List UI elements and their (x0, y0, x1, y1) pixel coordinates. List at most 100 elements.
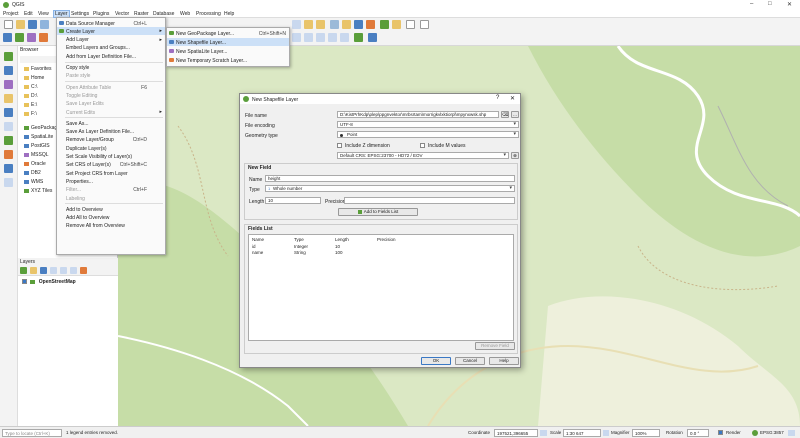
add-mssql-icon[interactable] (4, 136, 13, 145)
table-cell[interactable]: id (252, 244, 256, 249)
layer-menu-item-set-scale-visibility-of-layer-s[interactable]: Set Scale Visibility of Layer(s) (57, 153, 165, 161)
include-m-checkbox[interactable] (420, 143, 425, 148)
add-postgis-icon[interactable] (4, 108, 13, 117)
vertex-tool-icon[interactable] (316, 33, 325, 42)
column-header-name[interactable]: Name (252, 237, 264, 242)
add-csv-icon[interactable] (39, 33, 48, 42)
field-name-input[interactable]: height (265, 175, 515, 182)
open-project-icon[interactable] (16, 20, 25, 29)
browser-item[interactable]: SpatiaLite (24, 134, 53, 140)
minimize-button[interactable]: – (750, 1, 753, 7)
browser-item[interactable]: XYZ Tiles (24, 188, 52, 194)
cancel-button[interactable]: Cancel (455, 357, 485, 365)
dialog-close-icon[interactable]: ✕ (510, 95, 515, 102)
layer-menu-item-properties[interactable]: Properties... (57, 177, 165, 185)
field-length-input[interactable]: 10 (265, 197, 321, 204)
new-project-icon[interactable] (4, 20, 13, 29)
add-to-fields-list-button[interactable]: Add to Fields List (338, 208, 418, 216)
messages-icon[interactable] (788, 430, 795, 436)
encoding-select[interactable]: UTF-8 (337, 121, 519, 128)
digitize-tools-icon[interactable] (292, 33, 301, 42)
layer-menu-item-save-as[interactable]: Save As... (57, 119, 165, 127)
add-raster-icon[interactable] (27, 33, 36, 42)
manage-map-themes-icon[interactable] (40, 267, 47, 274)
table-cell[interactable]: 100 (335, 250, 343, 255)
browser-item[interactable]: PostGIS (24, 143, 50, 149)
layer-menu-item-set-crs-of-layer-s[interactable]: Set CRS of Layer(s) Ctrl+Shift+C (57, 161, 165, 169)
layer-menu-item-save-as-layer-definition-file[interactable]: Save As Layer Definition File... (57, 128, 165, 136)
menu-project[interactable]: Project (3, 11, 19, 17)
layer-menu-item-filter[interactable]: Filter... Ctrl+F (57, 186, 165, 194)
remove-field-button[interactable]: Remove Field (475, 342, 515, 350)
crs-picker-button[interactable]: ⊕ (511, 152, 519, 159)
table-cell[interactable]: String (294, 250, 306, 255)
add-feature-icon[interactable] (304, 33, 313, 42)
add-vector-icon[interactable] (15, 33, 24, 42)
layer-menu-item-add-all-to-overview[interactable]: Add All to Overview (57, 214, 165, 222)
browser-item[interactable]: E:\ (24, 102, 37, 108)
table-cell[interactable]: name (252, 250, 263, 255)
coordinate-field[interactable]: 197521,396655 (494, 429, 538, 437)
file-name-input[interactable]: D:\KistPrhKdp\plep\ppgnvektor\mrbsrtam\m… (337, 111, 499, 118)
column-header-length[interactable]: Length (335, 237, 349, 242)
attribute-table-icon[interactable] (354, 20, 363, 29)
identify-icon[interactable] (330, 20, 339, 29)
field-type-select[interactable]: 1 Whole number (265, 185, 515, 192)
layer-menu-item-set-project-crs-from-layer[interactable]: Set Project CRS from Layer (57, 169, 165, 177)
zoom-out-icon[interactable] (316, 20, 325, 29)
field-calculator-icon[interactable] (366, 20, 375, 29)
crs-select[interactable]: Default CRS: EPSG:23700 - HD72 / EOV (337, 152, 509, 159)
new-geopackage-layer-item[interactable]: New GeoPackage Layer... Ctrl+Shift+N (167, 29, 289, 37)
add-virtual-icon[interactable] (4, 178, 13, 187)
new-shapefile-layer-item[interactable]: New Shapefile Layer... (167, 38, 289, 46)
add-layer-icon[interactable] (4, 52, 13, 61)
digitize-icon[interactable] (3, 33, 12, 42)
add-db2-icon[interactable] (4, 164, 13, 173)
layer-menu-item-duplicate-layer-s[interactable]: Duplicate Layer(s) (57, 144, 165, 152)
layer-menu-item-add-from-layer-definition-file[interactable]: Add from Layer Definition File... (57, 52, 165, 60)
layer-menu-item-embed-layers-and-groups[interactable]: Embed Layers and Groups... (57, 44, 165, 52)
column-header-precision[interactable]: Precision (377, 237, 396, 242)
browser-item[interactable]: Home (24, 75, 44, 81)
layer-menu-item-save-layer-edits[interactable]: Save Layer Edits (57, 100, 165, 108)
save-as-icon[interactable] (40, 20, 49, 29)
save-project-icon[interactable] (28, 20, 37, 29)
pan-icon[interactable] (292, 20, 301, 29)
layer-menu-item-copy-style[interactable]: Copy style (57, 64, 165, 72)
rotation-field[interactable]: 0.0 ° (687, 429, 709, 437)
python-console-icon[interactable] (354, 33, 363, 42)
layer-menu-item-remove-layer-group[interactable]: Remove Layer/Group Ctrl+D (57, 136, 165, 144)
add-wfs-icon[interactable] (4, 94, 13, 103)
maximize-button[interactable]: □ (768, 1, 772, 7)
layer-menu-item-labeling[interactable]: Labeling (57, 194, 165, 202)
column-header-type[interactable]: Type (294, 237, 304, 242)
zoom-in-icon[interactable] (304, 20, 313, 29)
collapse-all-icon[interactable] (70, 267, 77, 274)
add-spatialite-icon[interactable] (4, 122, 13, 131)
close-button[interactable]: ✕ (787, 1, 792, 8)
browser-item[interactable]: Favorites (24, 66, 52, 72)
menu-web[interactable]: Web (180, 11, 190, 17)
annotation-icon[interactable] (420, 20, 429, 29)
layer-visibility-checkbox[interactable] (22, 279, 27, 285)
plugin-icon[interactable] (368, 33, 377, 42)
layer-menu-item-open-attribute-table[interactable]: Open Attribute Table F6 (57, 83, 165, 91)
locator-search-input[interactable]: Type to locate (Ctrl+K) (2, 429, 62, 437)
help-button[interactable]: Help (489, 357, 519, 365)
layer-row[interactable]: OpenStreetMap (22, 279, 76, 285)
layer-menu-item-add-layer[interactable]: Add Layer ▸ (57, 36, 165, 44)
layer-menu-item-current-edits[interactable]: Current Edits ▸ (57, 108, 165, 116)
add-wcs-icon[interactable] (4, 80, 13, 89)
layer-menu-item-remove-all-from-overview[interactable]: Remove All from Overview (57, 222, 165, 230)
browser-item[interactable]: MSSQL (24, 152, 49, 158)
geometry-type-select[interactable]: Point (337, 131, 519, 138)
menu-edit[interactable]: Edit (24, 11, 33, 17)
menu-view[interactable]: View (38, 11, 49, 17)
table-cell[interactable]: Integer (294, 244, 308, 249)
menu-help[interactable]: Help (224, 11, 234, 17)
toggle-extents-icon[interactable] (540, 430, 547, 436)
layer-menu-item-data-source-manager[interactable]: Data Source Manager Ctrl+L (57, 19, 165, 27)
scale-select[interactable]: 1:30 647 (563, 429, 601, 437)
browser-item[interactable]: F:\ (24, 111, 37, 117)
menu-processing[interactable]: Processing (196, 11, 221, 17)
